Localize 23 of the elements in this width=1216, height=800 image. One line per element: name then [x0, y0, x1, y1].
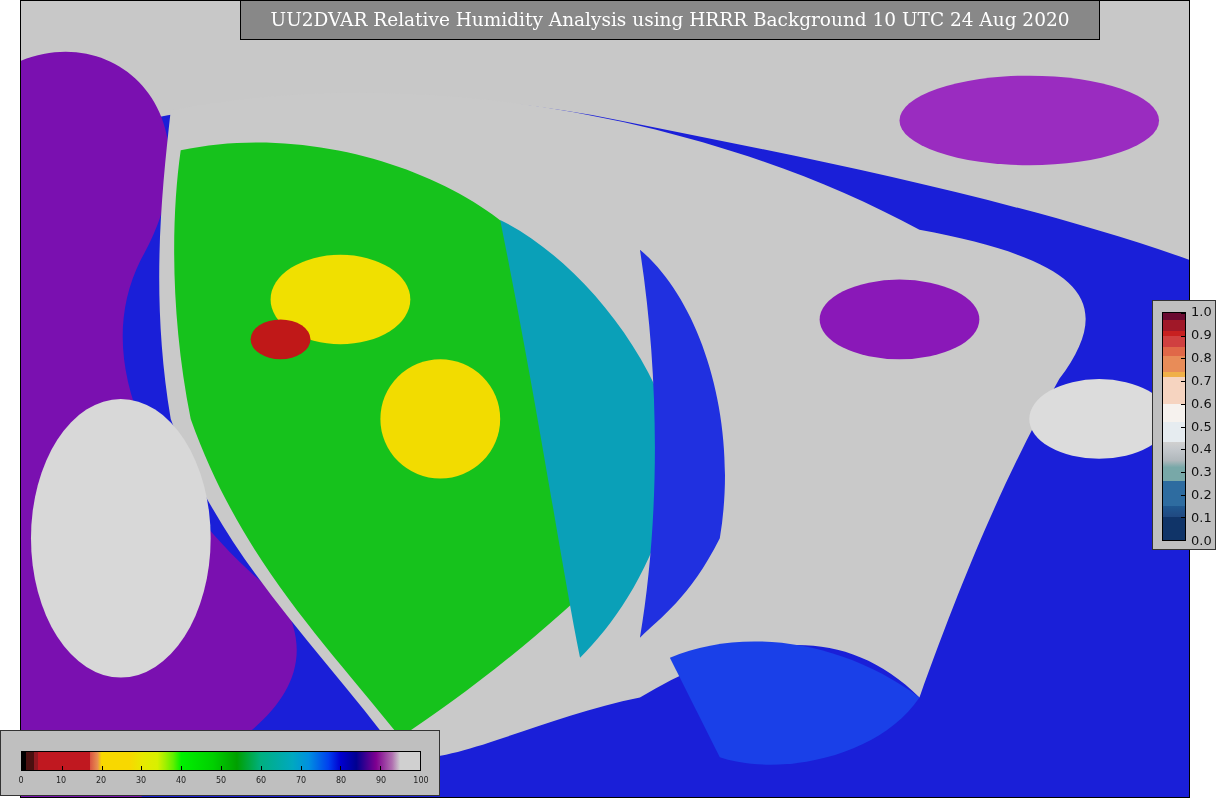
tick-label: 0.8: [1191, 350, 1212, 365]
tick-label: 80: [335, 776, 347, 786]
tick-label: 0.4: [1191, 442, 1212, 457]
tick-label: 10: [55, 776, 67, 786]
tick-label: 0.1: [1191, 511, 1212, 526]
tick-label: 90: [375, 776, 387, 786]
tick-label: 70: [295, 776, 307, 786]
tick-label: 0.3: [1191, 465, 1212, 480]
tick-label: 0: [18, 776, 24, 786]
tick-label: 0.6: [1191, 396, 1212, 411]
tick-label: 0.2: [1191, 488, 1212, 503]
tick-label: 20: [95, 776, 107, 786]
tick-label: 0.9: [1191, 327, 1212, 342]
map-title: UU2DVAR Relative Humidity Analysis using HRRR Background 10 UTC 24 Aug 2020: [240, 0, 1100, 40]
tick-label: 60: [255, 776, 267, 786]
tick-label: 40: [175, 776, 187, 786]
tick-label: 1.0: [1191, 305, 1212, 319]
tick-label: 30: [135, 776, 147, 786]
tick-label: 0.0: [1191, 534, 1212, 548]
tick-label: 50: [215, 776, 227, 786]
tick-label: 0.7: [1191, 373, 1212, 388]
tick-label: 100: [413, 776, 429, 786]
tick-label: 0.5: [1191, 419, 1212, 434]
